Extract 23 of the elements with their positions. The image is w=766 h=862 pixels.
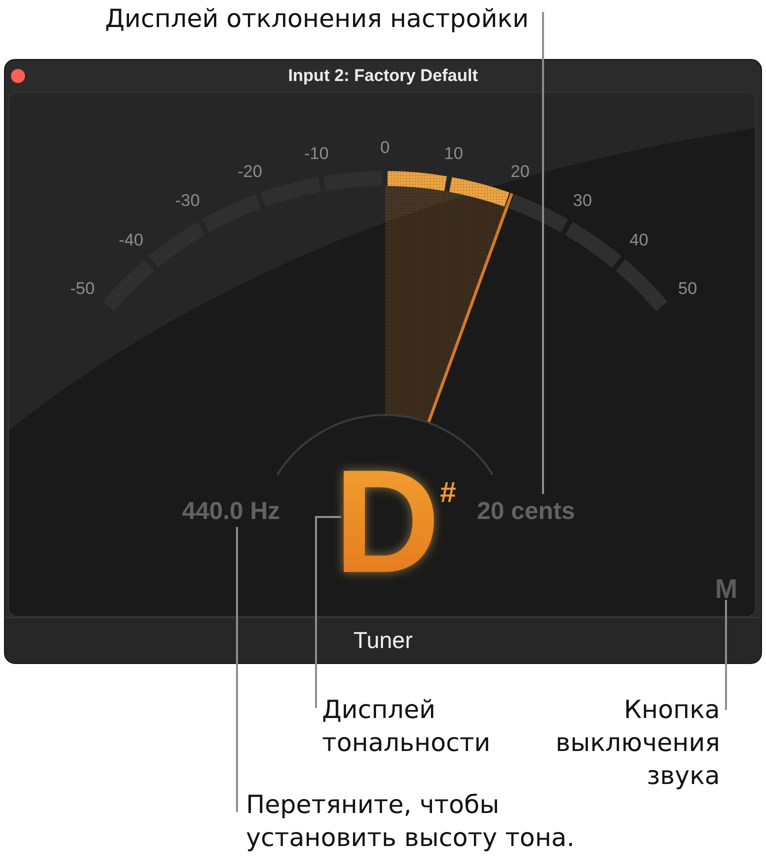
scale-label: -50 — [70, 279, 95, 298]
window-title: Input 2: Factory Default — [288, 66, 478, 86]
scale-label: -30 — [175, 190, 200, 210]
note-letter: D — [334, 440, 440, 604]
scale-label: -20 — [238, 162, 262, 181]
scale-label: 40 — [629, 230, 648, 250]
cents-readout: 20 cents — [476, 498, 576, 525]
callout-text: Перетяните, чтобы установить высоту тона. — [246, 789, 576, 854]
scale-label: -10 — [304, 144, 329, 163]
scale-label: 20 — [510, 162, 530, 181]
scale-label: 30 — [573, 190, 592, 210]
reference-frequency[interactable]: 440.0 Hz — [182, 498, 280, 525]
note-accidental: # — [440, 477, 456, 509]
scale-label: -40 — [118, 230, 144, 250]
scale-label: 50 — [678, 279, 698, 298]
mute-button[interactable]: M — [715, 574, 738, 604]
close-button[interactable] — [11, 69, 25, 83]
scale-label: 10 — [444, 144, 464, 163]
callout-text: Дисплей тональности — [322, 694, 492, 759]
scale-label: 0 — [380, 138, 390, 157]
callout-text: Дисплей отклонения настройки — [105, 3, 529, 35]
callout-text: Кнопка выключения звука — [554, 694, 720, 792]
plugin-name: Tuner — [353, 627, 413, 654]
